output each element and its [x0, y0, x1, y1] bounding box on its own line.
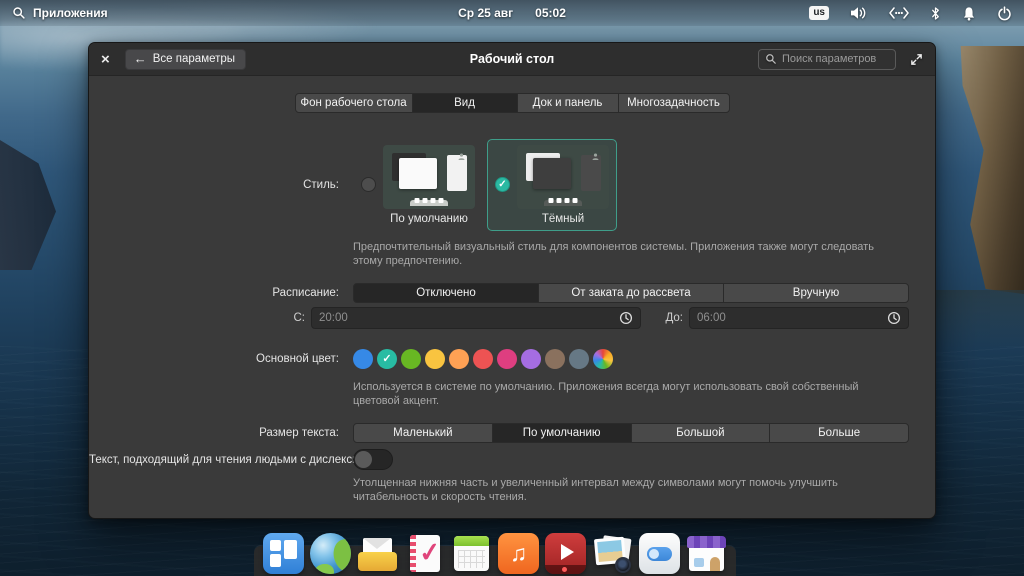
wallpaper-cliff-shadow — [928, 290, 1024, 350]
dock-item-calendar[interactable] — [451, 533, 492, 574]
radio-default[interactable] — [361, 177, 376, 192]
network-icon[interactable] — [889, 7, 909, 19]
top-panel: Приложения Ср 25 авг 05:02 us — [0, 0, 1024, 26]
style-default-label: По умолчанию — [390, 213, 468, 225]
dock-item-mail[interactable] — [357, 533, 398, 574]
accent-slate[interactable] — [569, 349, 589, 369]
applications-label: Приложения — [33, 6, 108, 20]
clock-icon[interactable] — [619, 311, 633, 325]
accent-brown[interactable] — [545, 349, 565, 369]
accent-color-dots: ✓ — [353, 349, 613, 369]
close-button[interactable]: × — [101, 52, 110, 67]
style-row: Стиль: — [89, 136, 909, 233]
time-from-field[interactable] — [311, 307, 641, 329]
time-from-input[interactable] — [319, 312, 613, 324]
accent-label: Основной цвет: — [89, 353, 339, 365]
accent-purple[interactable] — [521, 349, 541, 369]
view-mode-tabs: Фон рабочего стола Вид Док и панель Мног… — [89, 93, 935, 113]
search-input[interactable] — [782, 53, 889, 65]
schedule-segments: Отключено От заката до рассвета Вручную — [353, 283, 909, 303]
text-size-default-button[interactable]: По умолчанию — [492, 423, 632, 443]
dyslexia-label: Текст, подходящий для чтения людьми с ди… — [89, 454, 339, 466]
radio-dark[interactable]: ✓ — [495, 177, 510, 192]
bluetooth-icon[interactable] — [930, 6, 941, 21]
dock-item-photos[interactable] — [592, 533, 633, 574]
text-size-larger-button[interactable]: Больше — [769, 423, 909, 443]
desktop-screen: Приложения Ср 25 авг 05:02 us — [0, 0, 1024, 576]
from-label: С: — [89, 312, 305, 324]
accent-red[interactable] — [473, 349, 493, 369]
schedule-sunset-button[interactable]: От заката до рассвета — [538, 283, 724, 303]
text-size-row: Размер текста: Маленький По умолчанию Бо… — [89, 423, 909, 443]
accent-color-row: Основной цвет: ✓ — [89, 348, 909, 369]
time-to-field[interactable] — [689, 307, 909, 329]
accent-blue[interactable] — [353, 349, 373, 369]
schedule-disabled-button[interactable]: Отключено — [353, 283, 539, 303]
settings-window: × ← Все параметры Рабочий стол Фон — [88, 42, 936, 519]
accent-pink[interactable] — [497, 349, 517, 369]
text-size-large-button[interactable]: Большой — [631, 423, 771, 443]
dyslexia-toggle[interactable] — [353, 449, 393, 470]
keyboard-layout-indicator[interactable]: us — [809, 6, 829, 20]
maximize-icon[interactable] — [910, 53, 923, 66]
accent-auto-rainbow[interactable] — [593, 349, 613, 369]
date-label: Ср 25 авг — [458, 6, 513, 20]
accent-description: Используется в системе по умолчанию. При… — [353, 380, 898, 408]
clock-icon[interactable] — [887, 311, 901, 325]
tab-desktop-background[interactable]: Фон рабочего стола — [295, 93, 413, 113]
time-to-input[interactable] — [697, 312, 881, 324]
style-description: Предпочтительный визуальный стиль для ко… — [353, 240, 898, 268]
time-label: 05:02 — [535, 6, 566, 20]
power-icon[interactable] — [997, 6, 1012, 21]
settings-search[interactable] — [758, 49, 896, 70]
volume-icon[interactable] — [850, 6, 868, 20]
schedule-manual-button[interactable]: Вручную — [723, 283, 909, 303]
dock: ✓ ♫ — [263, 533, 727, 574]
titlebar[interactable]: × ← Все параметры Рабочий стол — [89, 43, 935, 76]
tab-multitasking[interactable]: Многозадачность — [618, 93, 730, 113]
search-icon — [765, 53, 777, 65]
schedule-time-row: С: До: — [89, 307, 909, 329]
dyslexia-row: Текст, подходящий для чтения людьми с ди… — [89, 449, 909, 470]
style-preview-dark — [517, 145, 609, 209]
indicator-area: us — [809, 6, 1012, 21]
dock-item-system-settings[interactable] — [639, 533, 680, 574]
accent-orange[interactable] — [449, 349, 469, 369]
schedule-label: Расписание: — [89, 287, 339, 299]
accent-green[interactable] — [401, 349, 421, 369]
back-button-label: Все параметры — [153, 53, 235, 65]
datetime[interactable]: Ср 25 авг 05:02 — [458, 6, 566, 20]
applications-menu[interactable]: Приложения — [12, 6, 108, 20]
to-label: До: — [651, 312, 683, 324]
back-arrow-icon: ← — [134, 53, 147, 64]
tab-appearance[interactable]: Вид — [412, 93, 518, 113]
schedule-row: Расписание: Отключено От заката до рассв… — [89, 283, 909, 303]
toggle-knob — [355, 451, 372, 468]
search-icon — [12, 6, 26, 20]
accent-yellow[interactable] — [425, 349, 445, 369]
style-label: Стиль: — [89, 179, 339, 191]
text-size-label: Размер текста: — [89, 427, 339, 439]
accent-mint-selected[interactable]: ✓ — [377, 349, 397, 369]
dock-item-tasks[interactable]: ✓ — [404, 533, 445, 574]
dock-item-web-browser[interactable] — [310, 533, 351, 574]
dock-item-appcenter[interactable] — [686, 533, 727, 574]
notifications-bell-icon[interactable] — [962, 6, 976, 21]
dyslexia-description: Утолщенная нижняя часть и увеличенный ин… — [353, 476, 898, 504]
style-dark-label: Тёмный — [542, 213, 584, 225]
style-option-dark[interactable]: ✓ Тёмный — [487, 139, 617, 231]
all-settings-back-button[interactable]: ← Все параметры — [125, 49, 246, 70]
dock-item-videos[interactable] — [545, 533, 586, 574]
person-icon — [458, 147, 465, 165]
tab-dock-panel[interactable]: Док и панель — [517, 93, 619, 113]
text-size-segments: Маленький По умолчанию Большой Больше — [353, 423, 909, 443]
person-icon — [592, 147, 599, 165]
style-option-default[interactable]: По умолчанию — [353, 139, 483, 231]
window-title: Рабочий стол — [470, 52, 554, 66]
style-preview-default — [383, 145, 475, 209]
dock-item-music[interactable]: ♫ — [498, 533, 539, 574]
text-size-small-button[interactable]: Маленький — [353, 423, 493, 443]
dock-item-app-grid[interactable] — [263, 533, 304, 574]
